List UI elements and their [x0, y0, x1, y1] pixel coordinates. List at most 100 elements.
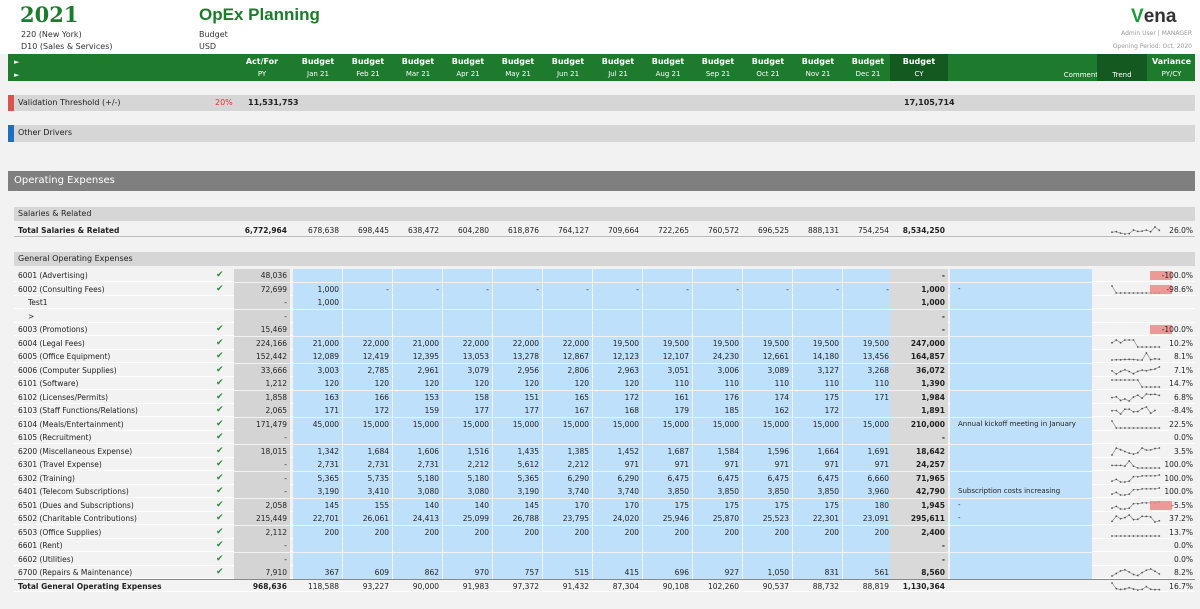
- month-cell[interactable]: 2,212: [443, 458, 492, 471]
- month-cell[interactable]: -: [443, 282, 492, 296]
- month-cell[interactable]: 1,584: [693, 444, 742, 458]
- month-cell[interactable]: 1,596: [743, 444, 792, 458]
- month-cell[interactable]: [443, 323, 492, 336]
- month-cell[interactable]: 6,475: [793, 471, 842, 485]
- month-cell[interactable]: 25,870: [693, 512, 742, 525]
- month-cell[interactable]: 170: [543, 498, 592, 512]
- month-cell[interactable]: 13,053: [443, 350, 492, 363]
- expense-row[interactable]: 6302 (Training) ✔ -5,365 5,735 5,180 5,180 5,3…: [14, 471, 1195, 485]
- month-cell[interactable]: 971: [593, 458, 642, 471]
- month-cell[interactable]: 13,456: [843, 350, 892, 363]
- month-cell[interactable]: 760,572: [693, 224, 742, 237]
- comment-cell[interactable]: [950, 552, 1092, 566]
- month-cell[interactable]: [393, 309, 442, 323]
- month-cell[interactable]: -: [743, 282, 792, 296]
- month-cell[interactable]: 171: [843, 390, 892, 404]
- month-cell[interactable]: -: [593, 282, 642, 296]
- month-cell[interactable]: [693, 431, 742, 444]
- month-cell[interactable]: 6,475: [693, 471, 742, 485]
- comment-cell[interactable]: [950, 525, 1092, 539]
- month-cell[interactable]: [293, 431, 342, 444]
- month-cell[interactable]: 19,500: [593, 336, 642, 350]
- month-cell[interactable]: 1,050: [743, 566, 792, 579]
- month-cell[interactable]: [493, 296, 542, 309]
- month-cell[interactable]: [693, 269, 742, 282]
- division[interactable]: D10 (Sales & Services): [21, 42, 112, 51]
- month-cell[interactable]: 971: [693, 458, 742, 471]
- month-cell[interactable]: 3,003: [293, 363, 342, 377]
- comment-cell[interactable]: [950, 377, 1092, 390]
- month-cell[interactable]: 927: [693, 566, 742, 579]
- month-cell[interactable]: 12,867: [543, 350, 592, 363]
- month-cell[interactable]: 3,850: [743, 485, 792, 498]
- month-cell[interactable]: 172: [593, 390, 642, 404]
- month-cell[interactable]: [743, 552, 792, 566]
- month-cell[interactable]: 168: [593, 404, 642, 417]
- month-cell[interactable]: 1,691: [843, 444, 892, 458]
- month-cell[interactable]: 15,000: [793, 417, 842, 431]
- month-cell[interactable]: 102,260: [693, 580, 742, 593]
- month-cell[interactable]: 971: [793, 458, 842, 471]
- month-cell[interactable]: [443, 539, 492, 552]
- month-cell[interactable]: 3,051: [643, 363, 692, 377]
- expense-row[interactable]: 6401 (Telecom Subscriptions) ✔ -3,190 3,410…: [14, 485, 1195, 498]
- month-cell[interactable]: 6,290: [593, 471, 642, 485]
- month-cell[interactable]: 110: [793, 377, 842, 390]
- month-cell[interactable]: 14,180: [793, 350, 842, 363]
- month-cell[interactable]: [543, 269, 592, 282]
- month-cell[interactable]: 3,080: [393, 485, 442, 498]
- month-cell[interactable]: 696: [643, 566, 692, 579]
- month-cell[interactable]: 200: [393, 525, 442, 539]
- month-cell[interactable]: 170: [593, 498, 642, 512]
- month-cell[interactable]: 1,385: [543, 444, 592, 458]
- month-cell[interactable]: 155: [343, 498, 392, 512]
- month-cell[interactable]: 88,732: [793, 580, 842, 593]
- month-cell[interactable]: 88,819: [843, 580, 892, 593]
- month-cell[interactable]: [593, 323, 642, 336]
- month-cell[interactable]: [843, 404, 892, 417]
- month-cell[interactable]: [743, 539, 792, 552]
- month-cell[interactable]: [393, 269, 442, 282]
- month-cell[interactable]: [843, 296, 892, 309]
- month-cell[interactable]: 3,190: [293, 485, 342, 498]
- expense-row[interactable]: 6503 (Office Supplies) ✔ 2,112 200 200 200 200…: [14, 525, 1195, 539]
- month-cell[interactable]: 1,452: [593, 444, 642, 458]
- comment-cell[interactable]: -: [950, 282, 1092, 296]
- month-cell[interactable]: 561: [843, 566, 892, 579]
- month-cell[interactable]: [843, 269, 892, 282]
- month-cell[interactable]: [743, 269, 792, 282]
- month-cell[interactable]: [793, 269, 842, 282]
- month-cell[interactable]: 140: [393, 498, 442, 512]
- sub-row[interactable]: > - -: [14, 309, 1195, 323]
- month-cell[interactable]: [293, 309, 342, 323]
- month-cell[interactable]: 175: [793, 390, 842, 404]
- month-cell[interactable]: 1,342: [293, 444, 342, 458]
- month-cell[interactable]: 2,961: [393, 363, 442, 377]
- month-cell[interactable]: 25,099: [443, 512, 492, 525]
- month-cell[interactable]: 3,740: [593, 485, 642, 498]
- month-cell[interactable]: -: [793, 282, 842, 296]
- month-cell[interactable]: [743, 323, 792, 336]
- month-cell[interactable]: 5,180: [443, 471, 492, 485]
- currency[interactable]: USD: [199, 42, 216, 51]
- month-cell[interactable]: [793, 431, 842, 444]
- month-cell[interactable]: 1,684: [343, 444, 392, 458]
- month-cell[interactable]: 120: [493, 377, 542, 390]
- month-cell[interactable]: -: [343, 282, 392, 296]
- month-cell[interactable]: 2,956: [493, 363, 542, 377]
- month-cell[interactable]: 120: [343, 377, 392, 390]
- month-cell[interactable]: 1,435: [493, 444, 542, 458]
- month-cell[interactable]: 21,000: [393, 336, 442, 350]
- month-cell[interactable]: [543, 431, 592, 444]
- month-cell[interactable]: 97,372: [493, 580, 542, 593]
- month-cell[interactable]: 618,876: [493, 224, 542, 237]
- month-cell[interactable]: -: [693, 282, 742, 296]
- month-cell[interactable]: 91,983: [443, 580, 492, 593]
- month-cell[interactable]: 12,419: [343, 350, 392, 363]
- month-cell[interactable]: 200: [543, 525, 592, 539]
- month-cell[interactable]: 90,537: [743, 580, 792, 593]
- month-cell[interactable]: 5,612: [493, 458, 542, 471]
- month-cell[interactable]: [493, 552, 542, 566]
- comment-cell[interactable]: Annual kickoff meeting in January: [950, 417, 1092, 431]
- month-cell[interactable]: 12,661: [743, 350, 792, 363]
